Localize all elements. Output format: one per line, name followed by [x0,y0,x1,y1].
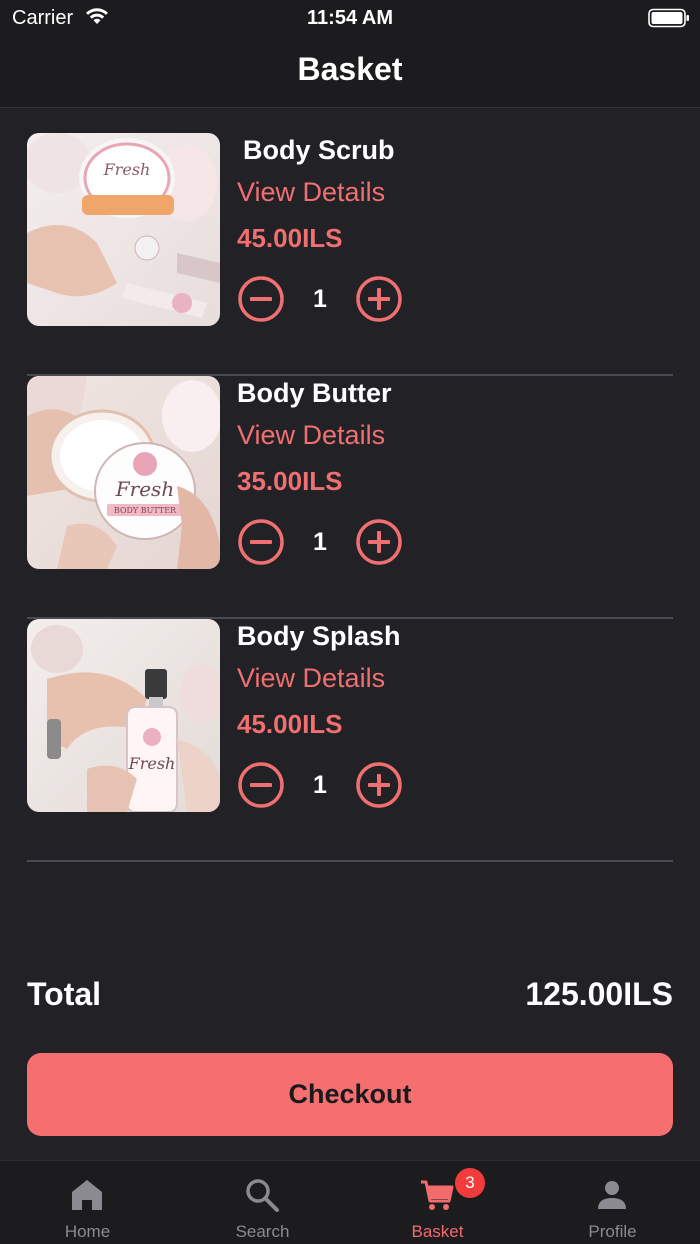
basket-item: Fresh Body Scrub View Details 45.00ILS 1 [27,133,673,376]
tab-label: Home [64,1222,111,1241]
tab-search[interactable]: Search [175,1161,350,1244]
page-title: Basket [297,51,403,87]
item-name: Body Scrub [243,135,395,165]
basket-item: Fresh Body Splash View Details 45.00ILS … [27,619,673,862]
item-name: Body Splash [237,621,401,651]
item-price: 35.00ILS [237,466,343,496]
status-bar: Carrier 11:54 AM [0,0,700,36]
decrease-quantity-button[interactable] [237,518,285,566]
basket-item: Fresh BODY BUTTER Body Butter View Detai… [27,376,673,619]
view-details-link[interactable]: View Details [237,420,385,451]
basket-count-badge: 3 [455,1168,485,1198]
item-price: 45.00ILS [237,709,343,739]
divider [27,860,673,862]
svg-text:Fresh: Fresh [128,754,176,773]
tab-basket[interactable]: 3 Basket [350,1161,525,1244]
decrease-quantity-button[interactable] [237,275,285,323]
checkout-button[interactable]: Checkout [27,1053,673,1136]
quantity-value: 1 [313,771,327,799]
decrease-quantity-button[interactable] [237,761,285,809]
product-image: Fresh [27,133,220,326]
tab-profile[interactable]: Profile [525,1161,700,1244]
product-image: Fresh BODY BUTTER [27,376,220,569]
increase-quantity-button[interactable] [355,275,403,323]
svg-text:BODY BUTTER: BODY BUTTER [114,506,177,515]
basket-screen: Carrier 11:54 AM Basket Fresh Body Scrub… [0,0,700,1244]
total-value: 125.00ILS [525,976,673,1012]
home-icon [72,1180,102,1210]
svg-text:Fresh: Fresh [115,477,174,501]
tab-label: Profile [588,1222,637,1241]
tab-label: Basket [411,1222,464,1241]
total-label: Total [27,976,102,1012]
increase-quantity-button[interactable] [355,518,403,566]
item-price: 45.00ILS [237,223,343,253]
tab-bar: Home Search 3 Basket Profile [0,1160,700,1244]
battery-icon [648,8,689,28]
search-icon [246,1179,279,1212]
item-name: Body Butter [237,378,392,408]
svg-text:Fresh: Fresh [103,160,151,179]
nav-bar: Basket [0,36,700,108]
view-details-link[interactable]: View Details [237,177,385,208]
quantity-value: 1 [313,528,327,556]
status-time: 11:54 AM [307,7,393,29]
person-icon [598,1181,626,1209]
tab-label: Search [235,1222,290,1241]
view-details-link[interactable]: View Details [237,663,385,694]
checkout-label: Checkout [288,1079,412,1109]
quantity-value: 1 [313,285,327,313]
product-image: Fresh [27,619,220,812]
increase-quantity-button[interactable] [355,761,403,809]
tab-home[interactable]: Home [0,1161,175,1244]
cart-icon [421,1180,454,1210]
